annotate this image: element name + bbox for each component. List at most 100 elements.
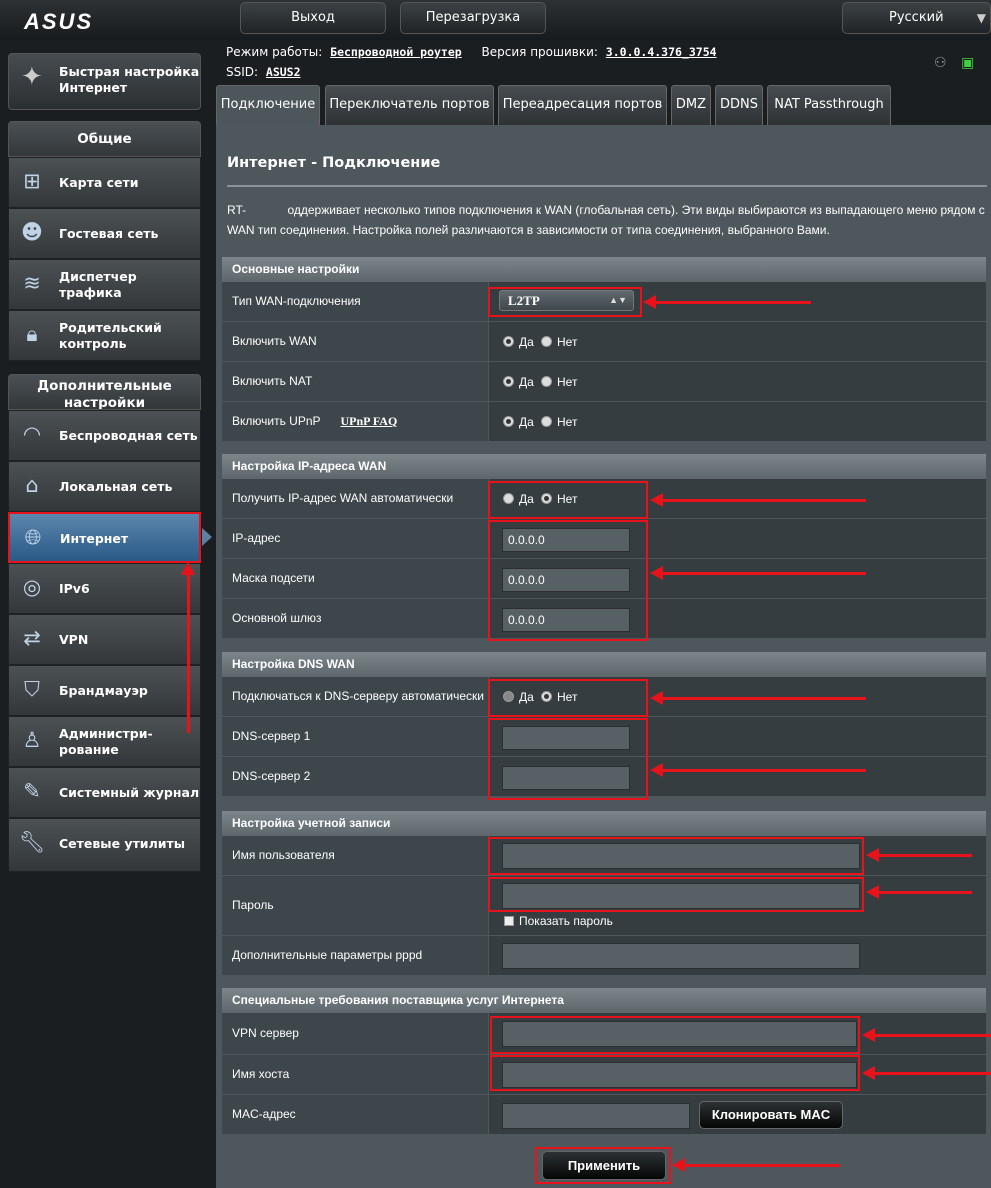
shield-icon: ⛉ bbox=[24, 677, 40, 701]
sidebar-item-internet[interactable]: 🌐︎ Интернет bbox=[8, 512, 201, 563]
page-description: RT- оддерживает несколько типов подключе… bbox=[227, 200, 987, 240]
annotation-box-dns-auto bbox=[488, 679, 648, 717]
status-info: Режим работы: Беспроводной роутер Версия… bbox=[226, 45, 717, 79]
enable-upnp-no-radio[interactable]: Нет bbox=[541, 415, 577, 429]
sidebar-item-network-map[interactable]: ⊞ Карта сети bbox=[8, 157, 201, 208]
annotation-arrow-line bbox=[662, 499, 866, 502]
language-select[interactable]: Русский ▼ bbox=[842, 2, 991, 34]
network-map-icon: ⊞ bbox=[23, 169, 41, 193]
globe-icon: 🌐︎ bbox=[24, 525, 42, 549]
mode-label: Режим работы: bbox=[226, 45, 323, 59]
annotation-arrow-line bbox=[662, 769, 866, 772]
mode-value[interactable]: Беспроводной роутер bbox=[330, 45, 462, 59]
sidebar-item-label: Диспетчер трафика bbox=[59, 268, 137, 300]
clients-icon[interactable]: ⚇ bbox=[934, 55, 956, 75]
title-divider bbox=[227, 185, 987, 187]
wan-ip-auto-label: Получить IP-адрес WAN автоматически bbox=[222, 479, 488, 518]
wrench-icon: 🔧︎ bbox=[18, 830, 46, 854]
tab-connection[interactable]: Подключение bbox=[216, 85, 320, 125]
quick-setup-button[interactable]: ✦ Быстрая настройка Интернет bbox=[8, 53, 201, 110]
ssid-value[interactable]: ASUS2 bbox=[266, 65, 301, 79]
sidebar-item-parental-control[interactable]: 🔒︎ Родительский контроль bbox=[8, 310, 201, 361]
pppd-cell bbox=[489, 936, 986, 975]
sidebar-item-label: Беспроводная сеть bbox=[59, 427, 198, 443]
annotation-box-dns-fields bbox=[488, 718, 648, 800]
ssid-label: SSID: bbox=[226, 65, 259, 79]
asus-logo: ASUS bbox=[24, 9, 94, 34]
tab-nat-passthrough[interactable]: NAT Passthrough bbox=[767, 85, 891, 125]
annotation-arrow-line bbox=[878, 854, 972, 857]
wireless-icon: ◠ bbox=[22, 422, 42, 446]
description-prefix: RT- bbox=[227, 203, 247, 217]
annotation-arrow-vertical bbox=[187, 573, 190, 733]
sidebar-item-traffic-manager[interactable]: ≋ Диспетчер трафика bbox=[8, 259, 201, 310]
annotation-box-apply bbox=[535, 1147, 671, 1184]
enable-nat-cell: Да Нет bbox=[489, 362, 986, 401]
quick-setup-label: Быстрая настройка Интернет bbox=[59, 64, 200, 95]
basic-settings-header: Основные настройки bbox=[222, 257, 986, 282]
chevron-down-icon: ▼ bbox=[976, 11, 986, 25]
password-label: Пароль bbox=[222, 876, 488, 935]
sidebar-item-label: Локальная сеть bbox=[59, 478, 173, 494]
mac-row: MAC-адрес Клонировать MAC bbox=[222, 1095, 986, 1135]
enable-wan-yes-radio[interactable]: Да bbox=[503, 335, 534, 349]
show-password-checkbox[interactable]: Показать пароль bbox=[504, 914, 613, 928]
enable-nat-no-radio[interactable]: Нет bbox=[541, 375, 577, 389]
annotation-arrow-line bbox=[655, 301, 811, 304]
upnp-faq-link[interactable]: UPnP FAQ bbox=[341, 414, 398, 429]
sidebar-item-label: Гостевая сеть bbox=[59, 225, 159, 241]
sidebar-item-network-tools[interactable]: 🔧︎ Сетевые утилиты bbox=[8, 818, 201, 872]
annotation-box-hostname bbox=[490, 1055, 860, 1091]
sidebar-item-administration[interactable]: ♙ Администри-рование bbox=[8, 716, 201, 767]
parental-control-icon: 🔒︎ bbox=[26, 322, 38, 346]
dns2-label: DNS-сервер 2 bbox=[222, 757, 488, 796]
sidebar-item-label: Карта сети bbox=[59, 174, 139, 190]
firmware-label: Версия прошивки: bbox=[481, 45, 598, 59]
enable-nat-yes-radio[interactable]: Да bbox=[503, 375, 534, 389]
sidebar-item-system-log[interactable]: ✎ Системный журнал bbox=[8, 767, 201, 818]
sidebar-item-label: Сетевые утилиты bbox=[59, 835, 186, 851]
sidebar-item-vpn[interactable]: ⇄ VPN bbox=[8, 614, 201, 665]
subnet-mask-label: Маска подсети bbox=[222, 559, 488, 598]
sidebar-item-wireless[interactable]: ◠ Беспроводная сеть bbox=[8, 410, 201, 461]
enable-wan-cell: Да Нет bbox=[489, 322, 986, 361]
firmware-value[interactable]: 3.0.0.4.376_3754 bbox=[606, 45, 717, 59]
enable-upnp-label: Включить UPnP UPnP FAQ bbox=[222, 402, 488, 441]
tab-port-switch[interactable]: Переключатель портов bbox=[325, 85, 494, 125]
advanced-section-header: Дополнительные настройки bbox=[8, 374, 201, 410]
pppd-label: Дополнительные параметры pppd bbox=[222, 936, 488, 975]
pppd-input[interactable] bbox=[502, 943, 860, 969]
sidebar-item-label: Интернет bbox=[60, 530, 129, 546]
annotation-arrow-line bbox=[874, 1034, 991, 1037]
tab-dmz[interactable]: DMZ bbox=[671, 85, 711, 125]
sidebar-item-firewall[interactable]: ⛉ Брандмауэр bbox=[8, 665, 201, 716]
clone-mac-button[interactable]: Клонировать MAC bbox=[699, 1101, 843, 1129]
sidebar-item-label: Брандмауэр bbox=[59, 682, 148, 698]
enable-upnp-yes-radio[interactable]: Да bbox=[503, 415, 534, 429]
enable-wan-no-radio[interactable]: Нет bbox=[541, 335, 577, 349]
logout-button[interactable]: Выход bbox=[240, 2, 386, 34]
description-text: оддерживает несколько типов подключения … bbox=[227, 203, 985, 237]
mac-input[interactable] bbox=[502, 1103, 690, 1129]
enable-wan-label: Включить WAN bbox=[222, 322, 488, 361]
sidebar-item-label: Администри-рование bbox=[59, 725, 153, 757]
dns-header: Настройка DNS WAN bbox=[222, 652, 986, 677]
annotation-arrow-head-up bbox=[181, 562, 195, 575]
network-status-icon[interactable]: ▣ bbox=[961, 55, 983, 75]
annotation-arrow-line bbox=[684, 1164, 840, 1167]
sidebar-item-label: IPv6 bbox=[59, 580, 90, 596]
sidebar-item-guest-network[interactable]: ☻ Гостевая сеть bbox=[8, 208, 201, 259]
ipv6-icon: ◎ bbox=[22, 575, 42, 599]
sidebar-item-lan[interactable]: ⌂ Локальная сеть bbox=[8, 461, 201, 512]
annotation-box-vpn-server bbox=[490, 1016, 860, 1054]
tab-port-forwarding[interactable]: Переадресация портов bbox=[498, 85, 667, 125]
ip-address-label: IP-адрес bbox=[222, 519, 488, 558]
tab-ddns[interactable]: DDNS bbox=[715, 85, 763, 125]
annotation-arrow-line bbox=[878, 891, 972, 894]
magic-wand-icon: ✦ bbox=[21, 62, 43, 92]
hostname-label: Имя хоста bbox=[222, 1055, 488, 1094]
sidebar-item-ipv6[interactable]: ◎ IPv6 bbox=[8, 563, 201, 614]
reboot-button[interactable]: Перезагрузка bbox=[400, 2, 546, 34]
username-label: Имя пользователя bbox=[222, 836, 488, 875]
enable-upnp-cell: Да Нет bbox=[489, 402, 986, 441]
